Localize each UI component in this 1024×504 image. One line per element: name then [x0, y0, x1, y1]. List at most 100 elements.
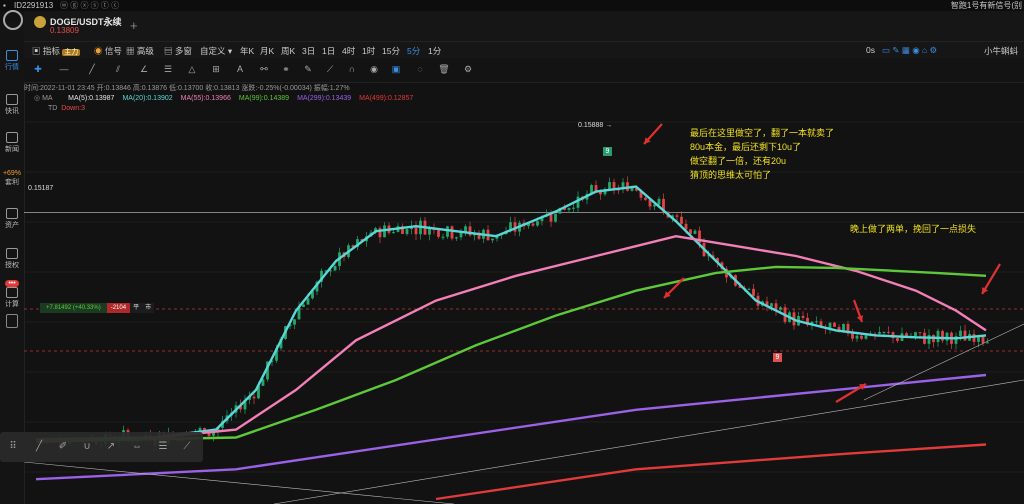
trash-icon[interactable]: 🗑: [438, 64, 450, 75]
social-icons[interactable]: ⓦ ⓖ ⓧ ⓢ ⓣ ⓒ: [60, 0, 119, 11]
user-icon: ▪: [3, 1, 6, 10]
lock-icon[interactable]: [6, 314, 18, 328]
arc-tool-icon[interactable]: ∪: [80, 440, 94, 454]
sidebar-item-market[interactable]: 行情: [0, 50, 24, 72]
calculator-icon: [6, 287, 18, 298]
candle-body: [293, 319, 296, 325]
extend-tool-icon[interactable]: ⟋: [180, 440, 194, 454]
candle-body: [491, 238, 494, 241]
custom-dropdown[interactable]: 自定义 ▾: [200, 45, 232, 57]
channel-tool-icon[interactable]: ☰: [156, 440, 170, 454]
candle-body: [693, 230, 697, 234]
ma-legend-item: MA(5):0.13987: [68, 95, 115, 102]
candle-body: [801, 315, 805, 318]
candle-body: [302, 304, 305, 307]
fibonacci-icon[interactable]: ☰: [162, 64, 174, 75]
signal-button[interactable]: ◉ 信号: [94, 45, 122, 57]
interval-5m[interactable]: 5分: [407, 45, 420, 57]
candle-body: [675, 215, 679, 217]
interval-year[interactable]: 年K: [240, 45, 254, 57]
interval-15m[interactable]: 15分: [382, 45, 400, 57]
annotation-note-2: 晚上做了两单，挽回了一点损失: [850, 224, 977, 234]
lock-drawing-icon[interactable]: ▣: [390, 64, 402, 75]
chart-header: [24, 11, 1024, 41]
magnet-icon[interactable]: ∩: [346, 64, 358, 75]
multi-window-button[interactable]: ▤ 多窗: [164, 45, 192, 57]
sidebar-item-flash[interactable]: 快讯: [0, 94, 24, 116]
shape-icon[interactable]: △: [186, 64, 198, 75]
refresh-label[interactable]: 0s: [866, 45, 875, 55]
ma-legend-item: MA(99):0.14389: [238, 95, 290, 102]
text-icon[interactable]: A: [234, 64, 246, 75]
profile-name[interactable]: 小牛蝌蚪: [984, 45, 1018, 57]
hide-icon[interactable]: ◌: [414, 64, 426, 75]
interval-1d[interactable]: 1日: [322, 45, 335, 57]
doge-coin-icon: [34, 16, 46, 28]
sidebar-item-calc[interactable]: ••• 计算: [0, 280, 24, 309]
market-close-button[interactable]: 市: [142, 303, 155, 313]
angle-icon[interactable]: ∠: [138, 64, 150, 75]
eye-icon[interactable]: ◉: [368, 64, 380, 75]
line-tool-icon[interactable]: ╱: [32, 440, 46, 454]
candle-body: [770, 303, 773, 307]
candle-body: [918, 332, 922, 334]
right-toolbar-icons[interactable]: ▭ ✎ ▦ ◉ ⌂ ⚙: [882, 45, 937, 56]
add-symbol-button[interactable]: +: [130, 18, 138, 33]
candle-body: [878, 331, 881, 334]
drawing-toolbar: ✚ ― ╱ ⫽ ∠ ☰ △ ⊞ A ⚯ ⚭ ✎ ⟋ ∩ ◉ ▣ ◌ 🗑 ⚙: [24, 58, 1024, 83]
position-bar[interactable]: +7.81492 (+40.33%) -2104 平 市: [40, 303, 155, 313]
candle-body: [450, 226, 454, 239]
candle-body: [752, 288, 755, 296]
interval-4h[interactable]: 4时: [342, 45, 355, 57]
candle-body: [833, 322, 836, 327]
trend-line-icon[interactable]: ╱: [86, 64, 98, 75]
ma-legend: ◎ MA MA(5):0.13987 MA(20):0.13902 MA(55):0…: [34, 95, 414, 102]
sidebar-item-assets[interactable]: 资产: [0, 208, 24, 230]
candle-body: [842, 323, 845, 332]
ray-tool-icon[interactable]: ↗: [104, 440, 118, 454]
ruler-icon[interactable]: ⟋: [324, 64, 336, 75]
candle-body: [747, 288, 751, 290]
sidebar-item-news[interactable]: 新闻: [0, 132, 24, 154]
pen-tool-icon[interactable]: ✐: [56, 440, 70, 454]
indicator-button[interactable]: ▣ 指标 主力: [32, 45, 81, 57]
sidebar-item-arbitrage[interactable]: +69% 套利: [0, 170, 24, 187]
interval-3d[interactable]: 3日: [302, 45, 315, 57]
candle-body: [567, 208, 571, 210]
sidebar-item-auth[interactable]: 授权: [0, 248, 24, 270]
prediction-icon[interactable]: ⚭: [280, 64, 292, 75]
annotation-note-1: 最后在这里做空了，翻了一本就卖了 80u本金，最后还剩下10u了 做空翻了一倍，…: [690, 128, 835, 180]
wallet-icon: [6, 208, 18, 219]
grip-icon[interactable]: ⠿: [6, 440, 20, 454]
candle-body: [959, 330, 962, 337]
signal-notice[interactable]: 智跑1号有新信号(别: [951, 0, 1022, 11]
settings-icon[interactable]: ⚙: [462, 64, 474, 75]
pencil-icon[interactable]: ✎: [302, 64, 314, 75]
candle-body: [855, 335, 859, 339]
pattern-icon[interactable]: ⚯: [258, 64, 270, 75]
crosshair-icon[interactable]: ✚: [32, 64, 44, 75]
ma-legend-item: MA(20):0.13902: [122, 95, 173, 102]
candles-icon: [6, 50, 18, 61]
close-position-button[interactable]: 平: [130, 303, 143, 313]
advanced-button[interactable]: ▦ 高级: [126, 45, 154, 57]
channel-icon[interactable]: ⫽: [112, 64, 124, 75]
eye-toggle-icon[interactable]: ◎: [34, 95, 40, 102]
interval-1m[interactable]: 1分: [428, 45, 441, 57]
ma-legend-item: MA(499):0.12857: [359, 95, 414, 102]
candle-body: [531, 223, 535, 226]
hline-tool-icon[interactable]: ⇔: [130, 440, 144, 454]
candle-body: [306, 298, 310, 305]
interval-1h[interactable]: 1时: [362, 45, 375, 57]
trend-line: [273, 379, 1024, 504]
measure-icon[interactable]: ⊞: [210, 64, 222, 75]
interval-month[interactable]: 月K: [260, 45, 274, 57]
candle-body: [657, 198, 661, 205]
interval-week[interactable]: 周K: [281, 45, 295, 57]
candle-body: [972, 334, 976, 342]
horizontal-line-icon[interactable]: ―: [58, 64, 70, 75]
ma-legend-item: MA(55):0.13966: [180, 95, 231, 102]
candle-body: [936, 330, 940, 343]
candle-body: [882, 331, 886, 333]
td-count-low: 9: [773, 353, 782, 362]
